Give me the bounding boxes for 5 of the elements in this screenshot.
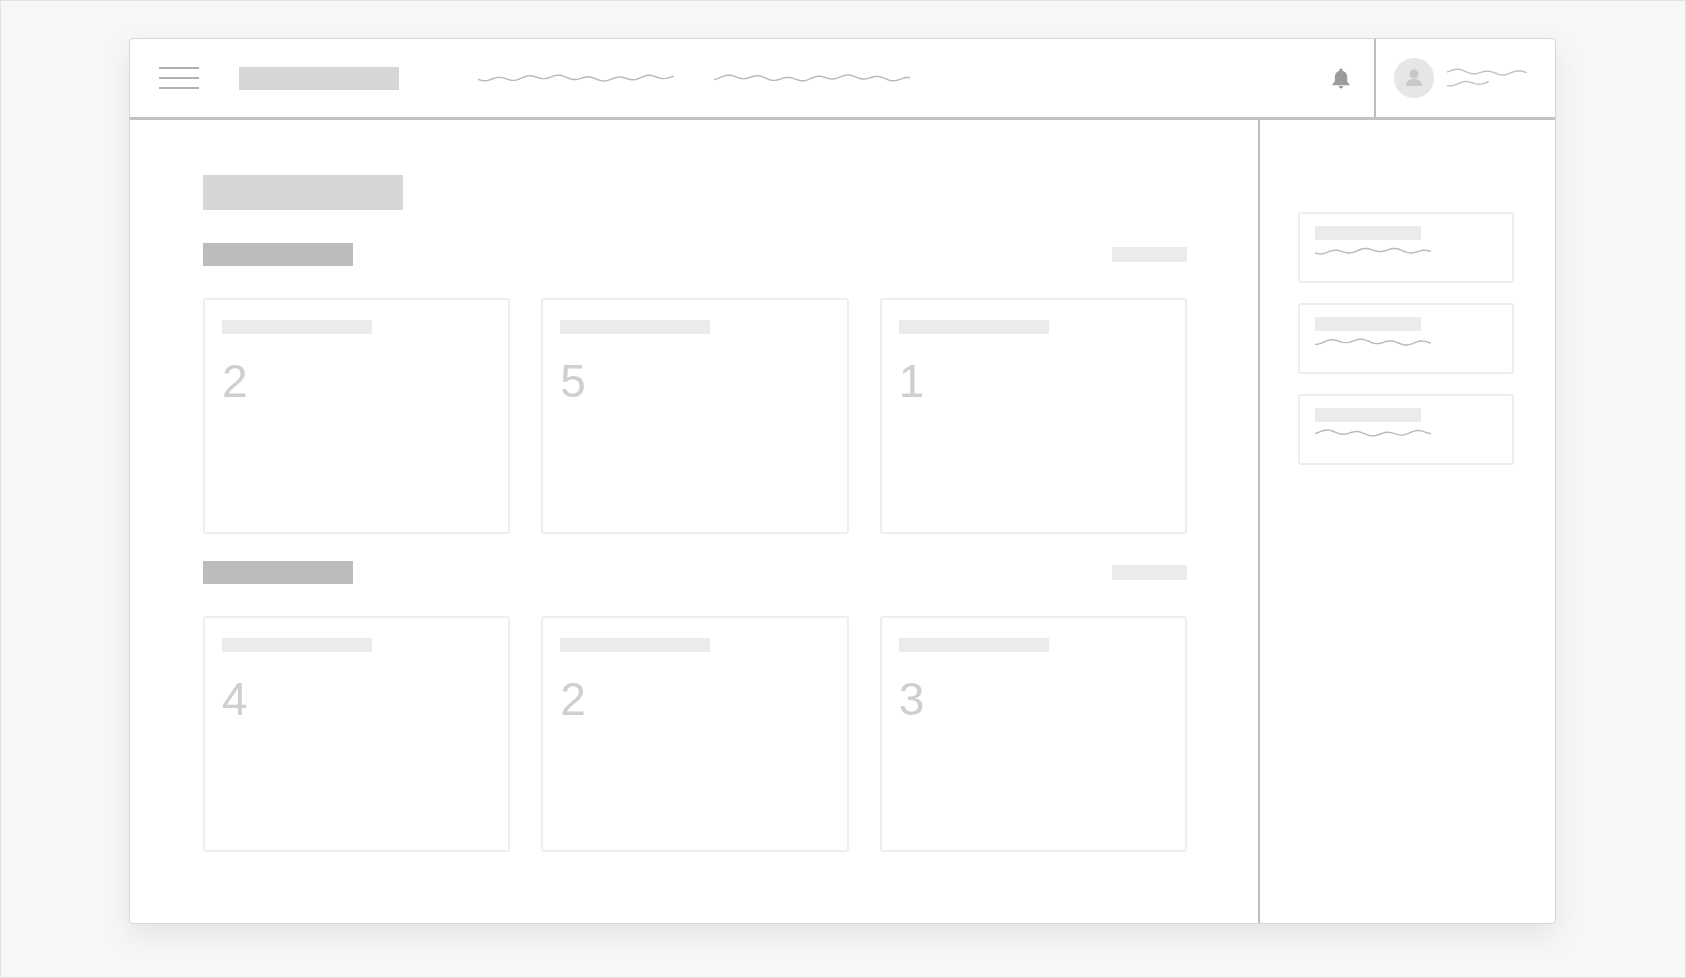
bell-icon[interactable] <box>1332 67 1350 89</box>
nav-link-placeholder[interactable] <box>714 74 910 82</box>
menu-icon[interactable] <box>159 67 199 89</box>
avatar-icon[interactable] <box>1394 58 1434 98</box>
nav-link-placeholder[interactable] <box>478 74 674 82</box>
